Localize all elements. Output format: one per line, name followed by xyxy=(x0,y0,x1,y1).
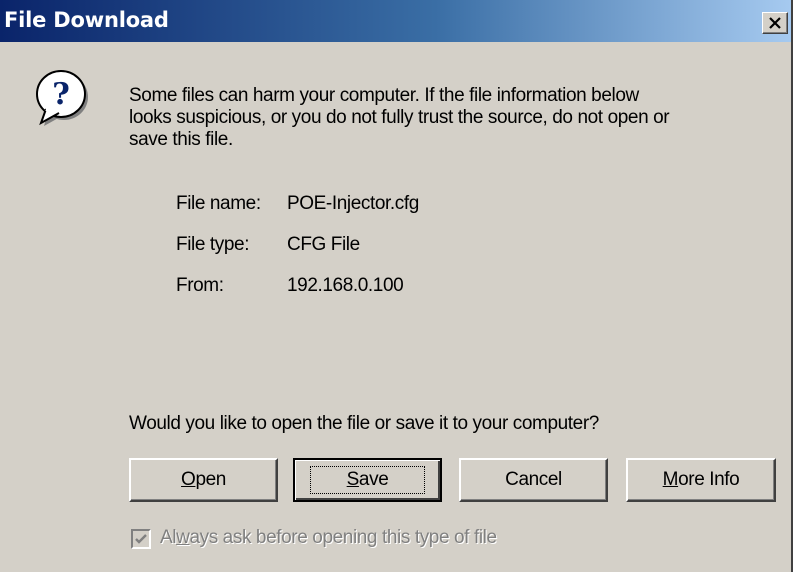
from-value: 192.168.0.100 xyxy=(287,275,404,296)
cancel-button-label: Cancel xyxy=(505,469,562,490)
save-button-label: Save xyxy=(309,466,426,494)
file-type-value: CFG File xyxy=(287,234,360,255)
title-bar[interactable]: File Download xyxy=(0,0,791,42)
svg-text:?: ? xyxy=(52,77,70,112)
question-icon: ? xyxy=(36,70,88,126)
warning-text: Some files can harm your computer. If th… xyxy=(129,85,670,150)
file-name-value: POE-Injector.cfg xyxy=(287,193,419,214)
file-download-dialog: File Download ? Some files can harm your… xyxy=(0,0,793,572)
cancel-button[interactable]: Cancel xyxy=(459,458,608,502)
from-label: From: xyxy=(176,275,224,296)
save-button[interactable]: Save xyxy=(293,458,442,502)
question-text: Would you like to open the file or save … xyxy=(129,413,599,434)
check-icon xyxy=(135,534,147,544)
file-type-label: File type: xyxy=(176,234,250,255)
open-button-label: Open xyxy=(181,469,226,490)
more-info-button-label: More Info xyxy=(662,469,740,490)
dialog-title: File Download xyxy=(4,8,169,32)
close-button[interactable] xyxy=(762,12,788,34)
always-ask-label: Always ask before opening this type of f… xyxy=(160,527,497,548)
close-icon xyxy=(769,17,781,29)
always-ask-checkbox[interactable] xyxy=(131,529,151,549)
file-name-label: File name: xyxy=(176,193,261,214)
open-button[interactable]: Open xyxy=(129,458,278,502)
more-info-button[interactable]: More Info xyxy=(626,458,776,502)
